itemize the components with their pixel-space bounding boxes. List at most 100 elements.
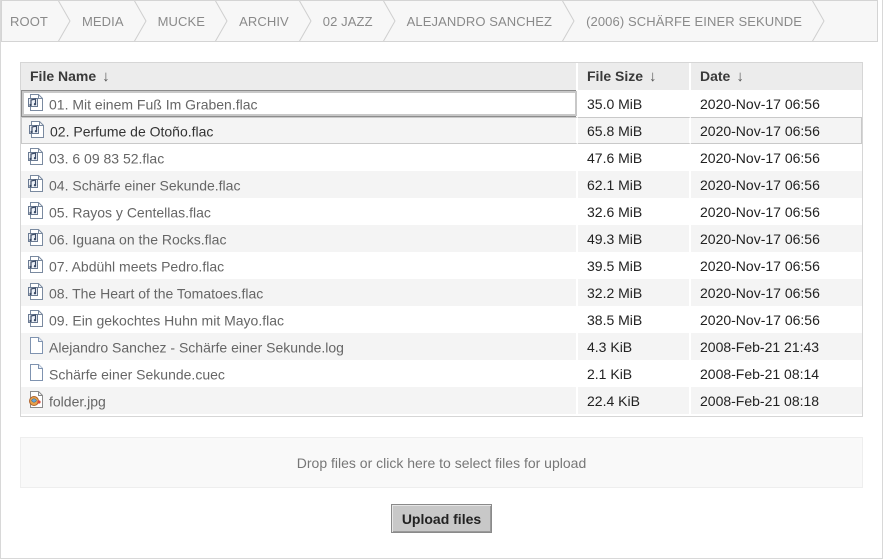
file-date-cell: 2020-Nov-17 06:56 — [691, 117, 862, 144]
audio-file-icon — [28, 229, 44, 247]
breadcrumb-separator-icon — [562, 1, 576, 41]
file-name-link[interactable]: 08. The Heart of the Tomatoes.flac — [49, 285, 263, 301]
column-header-size[interactable]: File Size ↓ — [578, 63, 691, 90]
file-name-cell[interactable]: Schärfe einer Sekunde.cuec — [21, 360, 578, 387]
file-name-link[interactable]: 03. 6 09 83 52.flac — [49, 150, 164, 166]
image-file-icon — [28, 391, 44, 409]
file-name-link[interactable]: 05. Rayos y Centellas.flac — [49, 204, 211, 220]
file-size-cell: 22.4 KiB — [578, 387, 691, 414]
table-row[interactable]: 08. The Heart of the Tomatoes.flac 32.2 M… — [21, 279, 862, 306]
column-header-date[interactable]: Date ↓ — [691, 63, 862, 90]
breadcrumb-item-label: (2006) SCHÄRFE EINER SEKUNDE — [586, 13, 802, 29]
table-row[interactable]: 04. Schärfe einer Sekunde.flac 62.1 MiB 20… — [21, 171, 862, 198]
column-header-name-label: File Name — [30, 68, 97, 84]
breadcrumb-item-label: ROOT — [10, 13, 48, 29]
file-size-cell: 62.1 MiB — [578, 171, 691, 198]
file-name-cell[interactable]: 03. 6 09 83 52.flac — [21, 144, 578, 171]
table-row[interactable]: 03. 6 09 83 52.flac 47.6 MiB 2020-Nov-17 0… — [21, 144, 862, 171]
audio-file-icon — [29, 121, 45, 139]
breadcrumb-item[interactable]: ROOT — [2, 1, 71, 41]
file-date-cell: 2020-Nov-17 06:56 — [691, 171, 862, 198]
table-row[interactable]: 02. Perfume de Otoño.flac 65.8 MiB 2020-No… — [21, 117, 862, 144]
audio-file-icon — [28, 283, 44, 301]
dropzone-label: Drop files or click here to select files… — [296, 454, 587, 471]
file-date-cell: 2008-Feb-21 21:43 — [691, 333, 862, 360]
file-date-cell: 2020-Nov-17 06:56 — [700, 311, 820, 328]
breadcrumb-separator-icon — [298, 1, 313, 41]
sort-arrow-icon: ↓ — [102, 68, 110, 85]
file-name-link[interactable]: 01. Mit einem Fuß Im Graben.flac — [49, 96, 258, 112]
file-date-cell: 2008-Feb-21 08:14 — [700, 365, 820, 382]
file-name-link[interactable]: 09. Ein gekochtes Huhn mit Mayo.flac — [49, 312, 284, 328]
breadcrumb-item-label: MUCKE — [157, 13, 206, 29]
sort-arrow-icon: ↓ — [736, 68, 744, 85]
breadcrumb-item[interactable]: ARCHIV — [217, 1, 312, 41]
file-table-container: File Name ↓ File Size ↓ Date ↓ 01. Mit eine… — [20, 62, 863, 417]
column-header-size-label: File Size — [587, 68, 644, 84]
breadcrumb-item[interactable]: ALEJANDRO SANCHEZ — [385, 1, 575, 41]
file-name-cell[interactable]: 08. The Heart of the Tomatoes.flac — [21, 279, 578, 306]
file-name-link[interactable]: Schärfe einer Sekunde.cuec — [49, 366, 225, 382]
breadcrumb-separator-icon — [215, 1, 229, 41]
file-name-link[interactable]: folder.jpg — [49, 393, 106, 409]
file-name-link[interactable]: Alejandro Sanchez - Schärfe einer Sekund… — [49, 339, 344, 355]
file-size-cell: 32.6 MiB — [578, 198, 691, 225]
breadcrumb-separator-icon — [133, 1, 148, 41]
table-header-row: File Name ↓ File Size ↓ Date ↓ — [21, 63, 862, 90]
audio-file-icon — [28, 148, 44, 166]
audio-file-icon — [28, 94, 44, 112]
file-name-link[interactable]: 06. Iguana on the Rocks.flac — [49, 231, 226, 247]
file-name-cell[interactable]: 02. Perfume de Otoño.flac — [21, 117, 578, 144]
sort-arrow-icon: ↓ — [649, 68, 657, 85]
table-row[interactable]: 05. Rayos y Centellas.flac 32.6 MiB 2020-N… — [21, 198, 862, 225]
file-size-cell: 38.5 MiB — [578, 306, 691, 333]
file-name-link[interactable]: 04. Schärfe einer Sekunde.flac — [49, 177, 240, 193]
file-name-cell[interactable]: 01. Mit einem Fuß Im Graben.flac — [21, 90, 578, 117]
breadcrumb-separator-icon — [382, 1, 397, 41]
upload-files-button[interactable]: Upload files — [391, 504, 492, 533]
breadcrumb-item[interactable]: 02 JAZZ — [301, 1, 396, 41]
file-date-cell: 2020-Nov-17 06:56 — [700, 203, 820, 220]
file-table: File Name ↓ File Size ↓ Date ↓ 01. Mit eine… — [21, 63, 862, 414]
file-date-cell: 2008-Feb-21 08:18 — [691, 387, 862, 414]
table-row[interactable]: 07. Abdühl meets Pedro.flac 39.5 MiB 2020-… — [21, 252, 862, 279]
table-row[interactable]: 06. Iguana on the Rocks.flac 49.3 MiB 2020… — [21, 225, 862, 252]
file-name-cell[interactable]: 09. Ein gekochtes Huhn mit Mayo.flac — [21, 306, 578, 333]
file-date-cell: 2020-Nov-17 06:56 — [700, 257, 820, 274]
file-size-cell: 32.2 MiB — [578, 279, 691, 306]
file-date-cell: 2020-Nov-17 06:56 — [691, 225, 862, 252]
file-date-cell: 2020-Nov-17 06:56 — [700, 149, 820, 166]
file-name-cell[interactable]: folder.jpg — [21, 387, 578, 414]
audio-file-icon — [28, 202, 44, 220]
breadcrumb-separator-icon — [57, 1, 72, 41]
file-name-cell[interactable]: 06. Iguana on the Rocks.flac — [21, 225, 578, 252]
text-file-icon — [28, 364, 44, 382]
file-browser: ROOT MEDIA MUCKE ARCHIV 02 JAZZ ALEJANDRO SAN… — [0, 0, 883, 559]
column-header-name[interactable]: File Name ↓ — [21, 63, 578, 90]
table-row[interactable]: 09. Ein gekochtes Huhn mit Mayo.flac 38.5… — [21, 306, 862, 333]
breadcrumb: ROOT MEDIA MUCKE ARCHIV 02 JAZZ ALEJANDRO SAN… — [1, 0, 878, 42]
audio-file-icon — [28, 175, 44, 193]
breadcrumb-separator-icon — [812, 1, 826, 41]
file-name-link[interactable]: 07. Abdühl meets Pedro.flac — [49, 258, 224, 274]
table-row[interactable]: Alejandro Sanchez - Schärfe einer Sekund… — [21, 333, 862, 360]
file-size-cell: 47.6 MiB — [578, 144, 691, 171]
file-size-cell: 35.0 MiB — [578, 90, 691, 117]
file-size-cell: 39.5 MiB — [578, 252, 691, 279]
file-name-cell[interactable]: 07. Abdühl meets Pedro.flac — [21, 252, 578, 279]
text-file-icon — [28, 337, 44, 355]
table-row[interactable]: Schärfe einer Sekunde.cuec 2.1 KiB 2008-Fe… — [21, 360, 862, 387]
file-name-cell[interactable]: 05. Rayos y Centellas.flac — [21, 198, 578, 225]
audio-file-icon — [28, 256, 44, 274]
breadcrumb-item-label: ARCHIV — [239, 13, 289, 29]
table-row[interactable]: folder.jpg 22.4 KiB 2008-Feb-21 08:18 — [21, 387, 862, 414]
breadcrumb-item[interactable]: MUCKE — [136, 1, 228, 41]
file-size-cell: 65.8 MiB — [578, 117, 691, 144]
file-name-cell[interactable]: 04. Schärfe einer Sekunde.flac — [21, 171, 578, 198]
breadcrumb-item[interactable]: (2006) SCHÄRFE EINER SEKUNDE — [564, 1, 825, 41]
upload-dropzone[interactable]: Drop files or click here to select files… — [20, 437, 863, 488]
table-row[interactable]: 01. Mit einem Fuß Im Graben.flac 35.0 MiB… — [21, 90, 862, 117]
file-date-cell: 2020-Nov-17 06:56 — [700, 95, 820, 112]
file-name-link[interactable]: 02. Perfume de Otoño.flac — [50, 123, 213, 139]
file-name-cell[interactable]: Alejandro Sanchez - Schärfe einer Sekund… — [21, 333, 578, 360]
